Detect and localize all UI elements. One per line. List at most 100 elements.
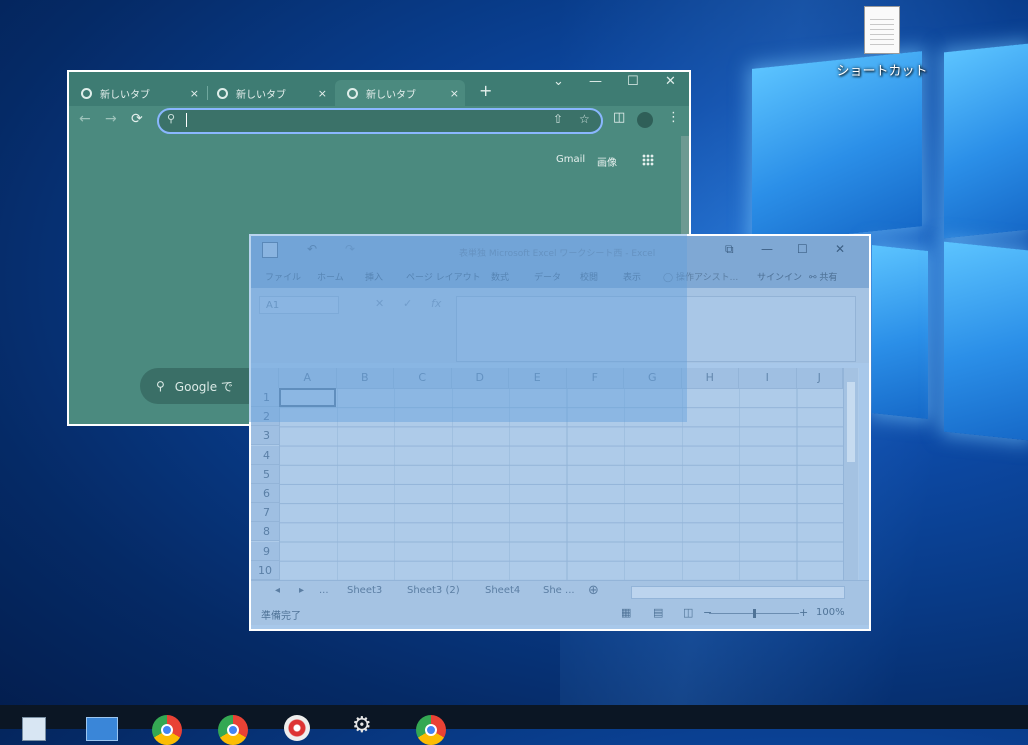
row-header[interactable]: 8 bbox=[251, 522, 279, 542]
worksheet-grid[interactable]: A B C D E F G H I J 1 2 3 4 5 6 7 8 9 10 bbox=[251, 368, 859, 580]
row-header[interactable]: 6 bbox=[251, 484, 279, 503]
chrome-icon[interactable] bbox=[218, 715, 248, 745]
desktop-shortcut[interactable]: ショートカット bbox=[836, 6, 928, 79]
minimize-button[interactable]: — bbox=[761, 242, 773, 256]
vertical-scrollbar[interactable] bbox=[843, 368, 858, 580]
tab-formulas[interactable]: 数式 bbox=[491, 270, 509, 283]
file-explorer-icon[interactable] bbox=[22, 717, 46, 741]
column-header[interactable]: J bbox=[796, 368, 843, 388]
formula-input[interactable] bbox=[456, 296, 856, 362]
tab-home[interactable]: ホーム bbox=[317, 270, 344, 283]
reload-button[interactable]: ⟳ bbox=[131, 111, 143, 127]
images-link[interactable]: 画像 bbox=[597, 154, 617, 169]
address-bar[interactable]: ⚲ ⇧ ☆ bbox=[157, 108, 603, 134]
close-button[interactable]: ✕ bbox=[835, 242, 845, 256]
tab-new-3-active[interactable]: 新しいタブ × bbox=[335, 80, 465, 106]
forward-button[interactable]: → bbox=[105, 111, 117, 127]
tab-close-icon[interactable]: × bbox=[318, 87, 327, 100]
column-header[interactable]: B bbox=[336, 368, 394, 388]
profile-avatar[interactable] bbox=[637, 112, 653, 132]
settings-icon[interactable]: ⚙ bbox=[352, 713, 382, 743]
bookmark-star-icon[interactable]: ☆ bbox=[579, 112, 590, 126]
zoom-in-button[interactable]: + bbox=[799, 606, 808, 619]
tab-file[interactable]: ファイル bbox=[265, 270, 301, 283]
tab-label: 新しいタブ bbox=[100, 89, 150, 101]
ribbon-display-options-icon[interactable]: ⧉ bbox=[725, 242, 734, 257]
insert-function-icon[interactable]: fx bbox=[431, 297, 441, 310]
row-header[interactable]: 3 bbox=[251, 426, 279, 446]
scroll-thumb[interactable] bbox=[847, 382, 855, 462]
tab-insert[interactable]: 挿入 bbox=[365, 270, 383, 283]
sheet-tab[interactable]: Sheet4 bbox=[485, 585, 520, 596]
share-button[interactable]: ⚯ 共有 bbox=[809, 270, 837, 283]
gmail-link[interactable]: Gmail bbox=[556, 154, 585, 165]
google-apps-icon[interactable] bbox=[642, 154, 654, 166]
excel-window[interactable]: ↶ ↷ 表単独 Microsoft Excel ワークシート西 - Excel … bbox=[249, 234, 871, 631]
tab-search-icon[interactable]: ⌄ bbox=[553, 74, 564, 89]
address-input[interactable] bbox=[183, 111, 523, 129]
page-break-view-icon[interactable]: ◫ bbox=[683, 606, 693, 619]
wallpaper-pane bbox=[872, 245, 928, 419]
tab-data[interactable]: データ bbox=[534, 270, 561, 283]
add-sheet-icon[interactable]: ⊕ bbox=[588, 583, 599, 598]
sheet-tab[interactable]: She ... bbox=[543, 585, 575, 596]
back-button[interactable]: ← bbox=[79, 111, 91, 127]
new-tab-button[interactable]: + bbox=[479, 81, 492, 100]
cell-area[interactable] bbox=[279, 388, 843, 580]
media-disc-icon[interactable] bbox=[284, 715, 310, 741]
share-icon[interactable]: ⇧ bbox=[553, 112, 563, 126]
undo-icon[interactable]: ↶ bbox=[307, 242, 317, 256]
close-button[interactable]: ✕ bbox=[665, 74, 676, 89]
page-layout-view-icon[interactable]: ▤ bbox=[653, 606, 663, 619]
maximize-button[interactable]: ☐ bbox=[797, 242, 808, 256]
column-header[interactable]: C bbox=[394, 368, 452, 388]
tab-close-icon[interactable]: × bbox=[450, 87, 459, 100]
window-icon[interactable] bbox=[86, 717, 118, 741]
horizontal-scrollbar[interactable] bbox=[631, 586, 845, 599]
chrome-icon[interactable] bbox=[416, 715, 446, 745]
zoom-slider-thumb[interactable] bbox=[753, 609, 756, 618]
row-header[interactable]: 7 bbox=[251, 503, 279, 523]
normal-view-icon[interactable]: ▦ bbox=[621, 606, 631, 619]
sheet-tab[interactable]: Sheet3 (2) bbox=[407, 585, 460, 596]
tab-new-2[interactable]: 新しいタブ × bbox=[205, 80, 333, 106]
sheet-more-icon[interactable]: ... bbox=[319, 585, 329, 596]
chrome-icon[interactable] bbox=[152, 715, 182, 745]
menu-kebab-icon[interactable]: ⋮ bbox=[667, 110, 680, 125]
selected-cell-a1[interactable] bbox=[279, 388, 336, 407]
minimize-button[interactable]: — bbox=[589, 74, 602, 89]
tab-review[interactable]: 校閲 bbox=[580, 270, 598, 283]
tell-me-search[interactable]: ◯ 操作アシスト... bbox=[663, 270, 738, 283]
side-panel-icon[interactable]: ◫ bbox=[613, 110, 625, 125]
column-header[interactable]: E bbox=[509, 368, 567, 388]
tab-page-layout[interactable]: ページ レイアウト bbox=[406, 270, 481, 283]
column-header[interactable]: A bbox=[279, 368, 337, 388]
row-header[interactable]: 10 bbox=[251, 560, 279, 580]
sheet-prev-icon[interactable]: ◂ bbox=[275, 585, 280, 596]
confirm-entry-icon[interactable]: ✓ bbox=[403, 297, 412, 310]
sheet-tab[interactable]: Sheet3 bbox=[347, 585, 382, 596]
column-header[interactable]: G bbox=[624, 368, 682, 388]
maximize-button[interactable]: ☐ bbox=[627, 74, 639, 89]
column-header[interactable]: I bbox=[739, 368, 797, 388]
row-header[interactable]: 1 bbox=[251, 388, 279, 407]
column-header[interactable]: D bbox=[451, 368, 509, 388]
redo-icon[interactable]: ↷ bbox=[345, 242, 355, 256]
column-header[interactable]: H bbox=[681, 368, 739, 388]
column-header[interactable]: F bbox=[566, 368, 624, 388]
row-header[interactable]: 2 bbox=[251, 407, 279, 427]
sheet-next-icon[interactable]: ▸ bbox=[299, 585, 304, 596]
signin-link[interactable]: サインイン bbox=[757, 270, 802, 283]
tab-view[interactable]: 表示 bbox=[623, 270, 641, 283]
row-header[interactable]: 4 bbox=[251, 445, 279, 465]
zoom-slider[interactable] bbox=[709, 609, 799, 618]
row-header[interactable]: 5 bbox=[251, 464, 279, 484]
save-icon[interactable] bbox=[262, 242, 278, 258]
tab-new-1[interactable]: 新しいタブ × bbox=[69, 80, 205, 106]
cancel-entry-icon[interactable]: ✕ bbox=[375, 297, 384, 310]
select-all-corner[interactable] bbox=[251, 368, 279, 388]
name-box[interactable]: A1 bbox=[259, 296, 339, 314]
zoom-percent[interactable]: 100% bbox=[816, 607, 845, 618]
tab-close-icon[interactable]: × bbox=[190, 87, 199, 100]
row-header[interactable]: 9 bbox=[251, 541, 279, 561]
